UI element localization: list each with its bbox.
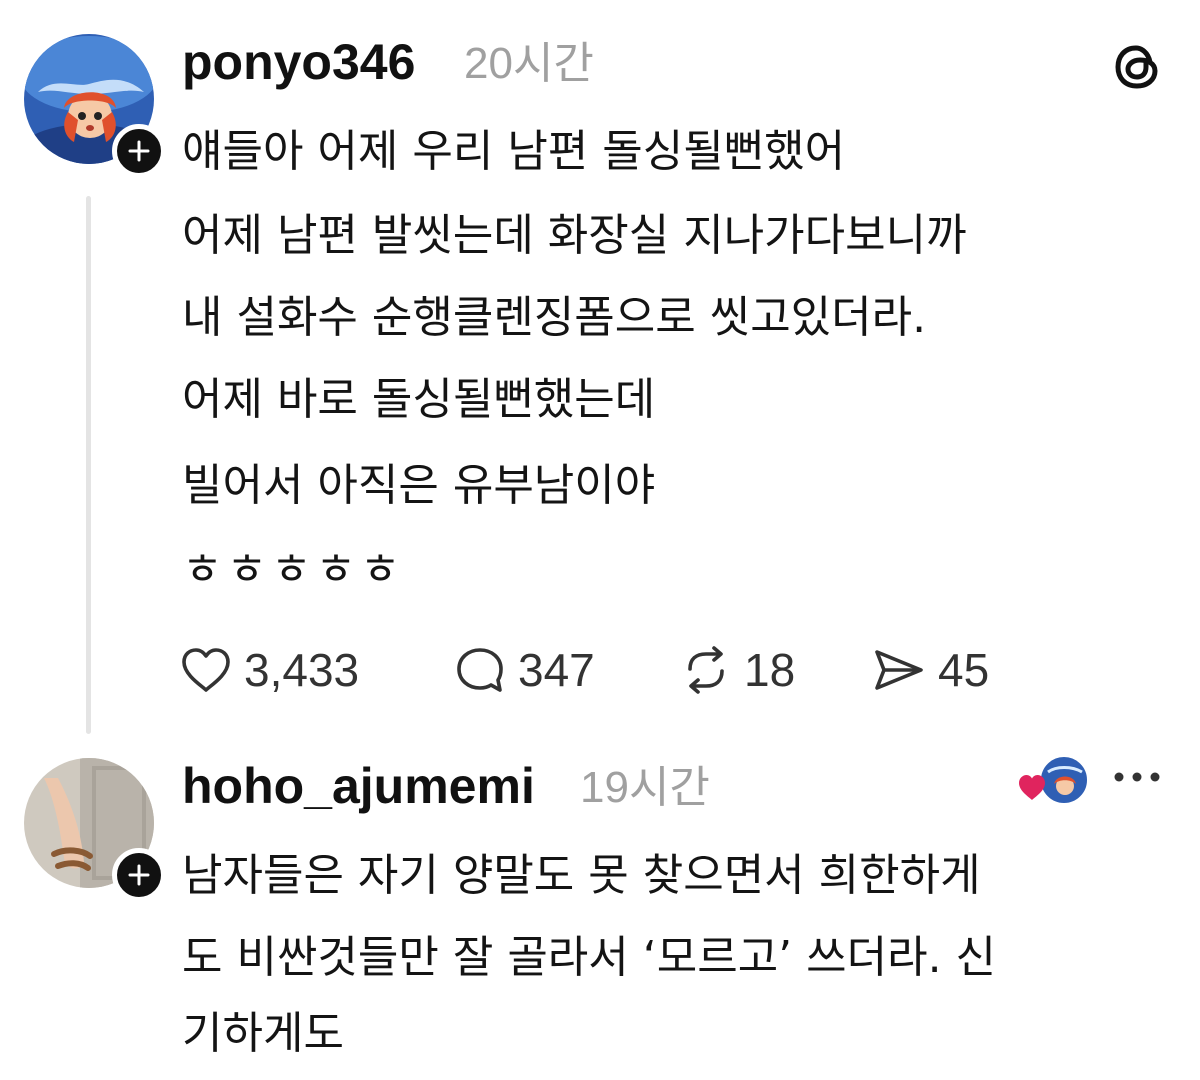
- share-count: 45: [938, 644, 990, 696]
- post-text-line: 어제 남편 발씻는데 화장실 지나가다보니까: [182, 210, 967, 261]
- reply-text-line: 도 비싼것들만 잘 골라서 ‘모르고’ 쓰더라. 신: [182, 932, 997, 983]
- post-text-line: 얘들아 어제 우리 남편 돌싱될뻔했어: [182, 126, 846, 177]
- heart-icon: [182, 648, 230, 692]
- reply-timestamp: 19시간: [580, 763, 710, 812]
- heart-icon: [1019, 775, 1045, 800]
- reply-text-line: 기하게도: [182, 1008, 344, 1059]
- thread-connector-line: [86, 196, 91, 734]
- post-username[interactable]: ponyo346: [182, 32, 415, 92]
- post-text-line: ㅎㅎㅎㅎㅎ: [182, 544, 405, 595]
- like-button[interactable]: 3,433: [180, 638, 359, 702]
- repost-icon: [688, 646, 724, 694]
- plus-icon: [128, 864, 150, 886]
- post-text-line: 내 설화수 순행클렌징폼으로 씻고있더라.: [182, 292, 927, 343]
- like-count: 3,433: [244, 644, 360, 696]
- post-text-line: 어제 바로 돌싱될뻔했는데: [182, 374, 656, 425]
- reply-count: 347: [518, 644, 595, 696]
- reply-text-line: 남자들은 자기 양말도 못 찾으면서 희한하게: [182, 850, 981, 901]
- reply-button[interactable]: 347: [454, 638, 595, 702]
- follow-button-hoho_ajumemi[interactable]: [112, 848, 166, 902]
- repost-button[interactable]: 18: [680, 638, 795, 702]
- post-text-line: 빌어서 아직은 유부남이야: [182, 460, 656, 511]
- plus-icon: [128, 140, 150, 162]
- speech-bubble-icon: [457, 648, 503, 692]
- more-dots-icon[interactable]: [1112, 764, 1162, 790]
- share-button[interactable]: 45: [872, 638, 989, 702]
- threads-logo-icon[interactable]: [1110, 40, 1164, 94]
- follow-button-ponyo346[interactable]: [112, 124, 166, 178]
- reply-username[interactable]: hoho_ajumemi: [182, 756, 535, 816]
- send-icon: [875, 650, 923, 690]
- liked-by-author-indicator: [1016, 752, 1092, 808]
- repost-count: 18: [744, 644, 796, 696]
- post-timestamp: 20시간: [464, 39, 594, 88]
